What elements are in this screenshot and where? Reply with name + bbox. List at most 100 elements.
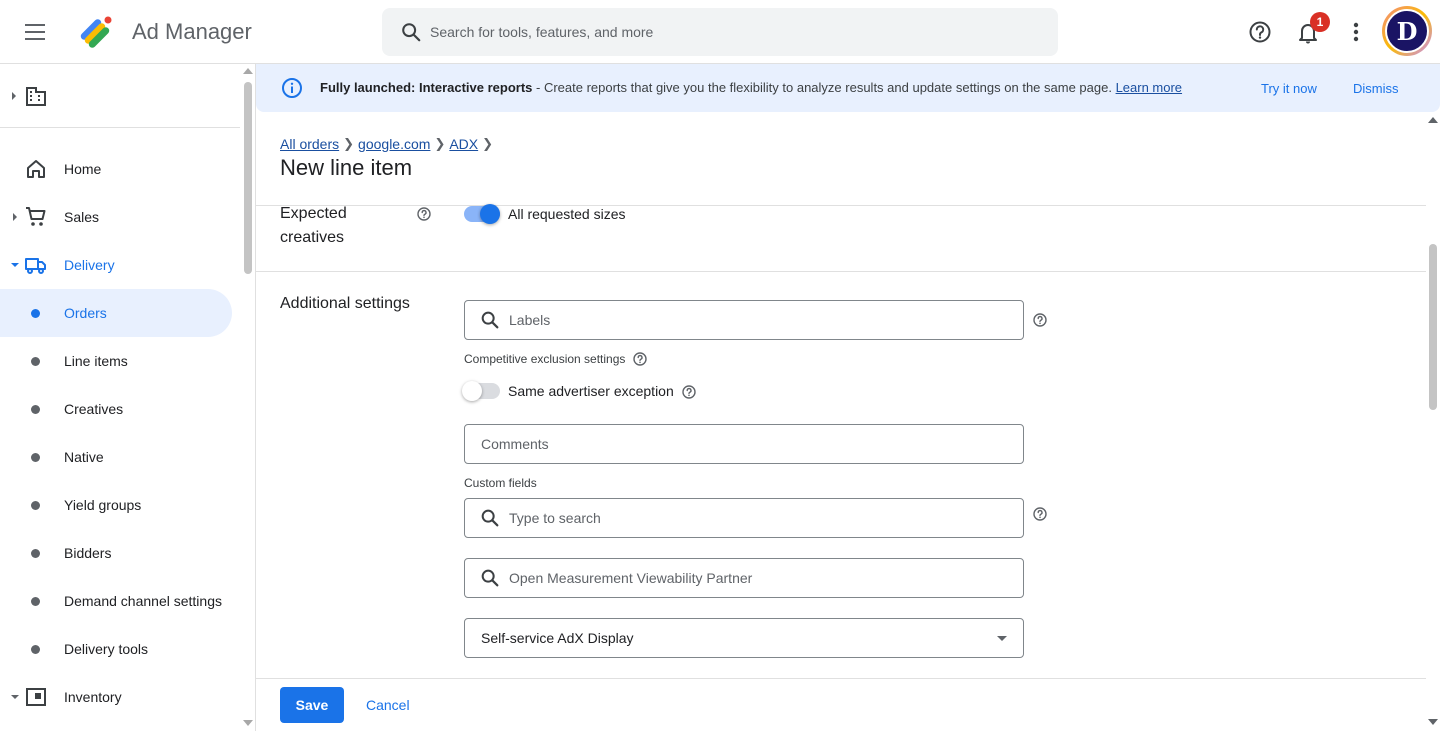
breadcrumb: All orders ❯ google.com ❯ ADX ❯ bbox=[280, 136, 497, 152]
same-advertiser-exception-toggle[interactable] bbox=[462, 381, 500, 401]
search-icon bbox=[481, 311, 499, 329]
banner-message: Fully launched: Interactive reports - Cr… bbox=[320, 80, 1182, 95]
sidebar-item-bidders[interactable]: Bidders bbox=[0, 529, 232, 577]
inventory-icon bbox=[26, 688, 46, 706]
chevron-right-icon: ❯ bbox=[343, 136, 355, 151]
bullet-icon bbox=[31, 549, 40, 558]
scrollbar-thumb[interactable] bbox=[1429, 244, 1437, 410]
cancel-button[interactable]: Cancel bbox=[356, 687, 420, 723]
sidebar-item-label: Inventory bbox=[64, 689, 122, 705]
toggle-knob bbox=[462, 381, 482, 401]
sidebar-item-label: Creatives bbox=[64, 401, 124, 417]
expand-caret-icon[interactable] bbox=[12, 92, 16, 100]
line-item-type-select[interactable]: Self-service AdX Display bbox=[464, 618, 1024, 658]
sidebar-item-label: Sales bbox=[64, 209, 100, 225]
sidebar-item-delivery[interactable]: Delivery bbox=[0, 241, 232, 289]
sidebar-nav: Home Sales Delivery Orders Line items Cr… bbox=[0, 64, 256, 731]
bullet-icon bbox=[31, 357, 40, 366]
sidebar-item-inventory[interactable]: Inventory bbox=[0, 673, 232, 721]
divider bbox=[256, 271, 1426, 272]
sidebar-item-label: Home bbox=[64, 161, 102, 177]
sidebar-item-line-items[interactable]: Line items bbox=[0, 337, 232, 385]
search-icon bbox=[402, 23, 421, 42]
sidebar-item-label: Yield groups bbox=[64, 497, 142, 513]
om-viewability-partner-input[interactable] bbox=[509, 570, 1009, 586]
main-scrollbar[interactable] bbox=[1426, 112, 1440, 731]
breadcrumb-order[interactable]: google.com bbox=[358, 136, 430, 152]
search-icon bbox=[481, 509, 499, 527]
help-icon[interactable] bbox=[681, 384, 697, 400]
try-it-now-button[interactable]: Try it now bbox=[1261, 81, 1317, 96]
all-requested-sizes-toggle[interactable] bbox=[464, 204, 500, 224]
sidebar-item-yield-groups[interactable]: Yield groups bbox=[0, 481, 232, 529]
om-viewability-partner-field[interactable] bbox=[464, 558, 1024, 598]
ad-manager-logo[interactable] bbox=[74, 10, 118, 54]
help-icon[interactable] bbox=[1032, 312, 1048, 328]
help-icon[interactable] bbox=[1032, 506, 1048, 522]
app-name: Ad Manager bbox=[132, 19, 252, 44]
page-title: New line item bbox=[280, 155, 413, 180]
sidebar-item-label: Delivery bbox=[64, 257, 115, 273]
avatar-letter: D bbox=[1385, 9, 1429, 53]
bullet-icon bbox=[31, 501, 40, 510]
cart-icon bbox=[26, 207, 46, 226]
comments-input[interactable] bbox=[481, 436, 981, 452]
banner-text: - Create reports that give you the flexi… bbox=[532, 80, 1116, 95]
search-icon bbox=[481, 569, 499, 587]
announcement-banner: Fully launched: Interactive reports - Cr… bbox=[256, 64, 1440, 112]
collapse-caret-icon[interactable] bbox=[11, 263, 19, 267]
custom-fields-search[interactable] bbox=[464, 498, 1024, 538]
main-content: Fully launched: Interactive reports - Cr… bbox=[256, 64, 1440, 731]
selected-value: Self-service AdX Display bbox=[481, 630, 634, 646]
bullet-icon bbox=[31, 405, 40, 414]
labels-input[interactable] bbox=[509, 312, 1009, 328]
sidebar-item-home[interactable]: Home bbox=[0, 145, 232, 193]
global-search[interactable] bbox=[382, 8, 1058, 56]
sidebar-item-label: Delivery tools bbox=[64, 641, 149, 657]
custom-fields-label: Custom fields bbox=[464, 476, 537, 490]
sidebar-item-delivery-tools[interactable]: Delivery tools bbox=[0, 625, 232, 673]
sidebar-item-label: Line items bbox=[64, 353, 128, 369]
sidebar-item-demand-channel-settings[interactable]: Demand channel settings bbox=[0, 577, 232, 625]
action-footer: Save Cancel bbox=[256, 678, 1426, 731]
scroll-up-icon[interactable] bbox=[1428, 117, 1438, 123]
additional-settings-label: Additional settings bbox=[280, 295, 410, 312]
bullet-icon bbox=[31, 453, 40, 462]
search-input[interactable] bbox=[430, 24, 1030, 40]
dropdown-arrow-icon bbox=[997, 636, 1007, 641]
sidebar-item-label: Native bbox=[64, 449, 104, 465]
sidebar-item-creatives[interactable]: Creatives bbox=[0, 385, 232, 433]
save-button[interactable]: Save bbox=[280, 687, 344, 723]
scrollbar-thumb[interactable] bbox=[244, 82, 252, 274]
chevron-right-icon: ❯ bbox=[482, 136, 494, 151]
help-icon[interactable] bbox=[632, 351, 648, 367]
sidebar-item-native[interactable]: Native bbox=[0, 433, 232, 481]
dismiss-button[interactable]: Dismiss bbox=[1353, 81, 1399, 96]
sidebar-item-orders[interactable]: Orders bbox=[0, 289, 232, 337]
sidebar-item-sales[interactable]: Sales bbox=[0, 193, 232, 241]
more-options-icon[interactable] bbox=[1344, 18, 1368, 46]
help-icon[interactable] bbox=[1246, 18, 1274, 46]
expand-caret-icon[interactable] bbox=[13, 213, 17, 221]
learn-more-link[interactable]: Learn more bbox=[1116, 80, 1182, 95]
scroll-up-icon[interactable] bbox=[243, 68, 253, 74]
expected-creatives-label: Expected creatives bbox=[280, 202, 347, 250]
scroll-down-icon[interactable] bbox=[243, 720, 253, 726]
network-selector[interactable] bbox=[0, 64, 240, 128]
notification-badge: 1 bbox=[1310, 12, 1330, 32]
sidebar-scrollbar[interactable] bbox=[242, 64, 254, 731]
account-avatar[interactable]: D bbox=[1382, 6, 1432, 56]
main-menu-icon[interactable] bbox=[20, 16, 52, 48]
competitive-exclusion-label: Competitive exclusion settings bbox=[464, 352, 626, 366]
labels-field[interactable] bbox=[464, 300, 1024, 340]
comments-field[interactable] bbox=[464, 424, 1024, 464]
breadcrumb-all-orders[interactable]: All orders bbox=[280, 136, 339, 152]
collapse-caret-icon[interactable] bbox=[11, 695, 19, 699]
custom-fields-input[interactable] bbox=[509, 510, 1009, 526]
same-advertiser-exception-label: Same advertiser exception bbox=[508, 383, 674, 399]
help-icon[interactable] bbox=[416, 206, 432, 222]
sidebar-item-label: Bidders bbox=[64, 545, 112, 561]
truck-icon bbox=[25, 258, 46, 274]
breadcrumb-adx[interactable]: ADX bbox=[449, 136, 478, 152]
scroll-down-icon[interactable] bbox=[1428, 719, 1438, 725]
